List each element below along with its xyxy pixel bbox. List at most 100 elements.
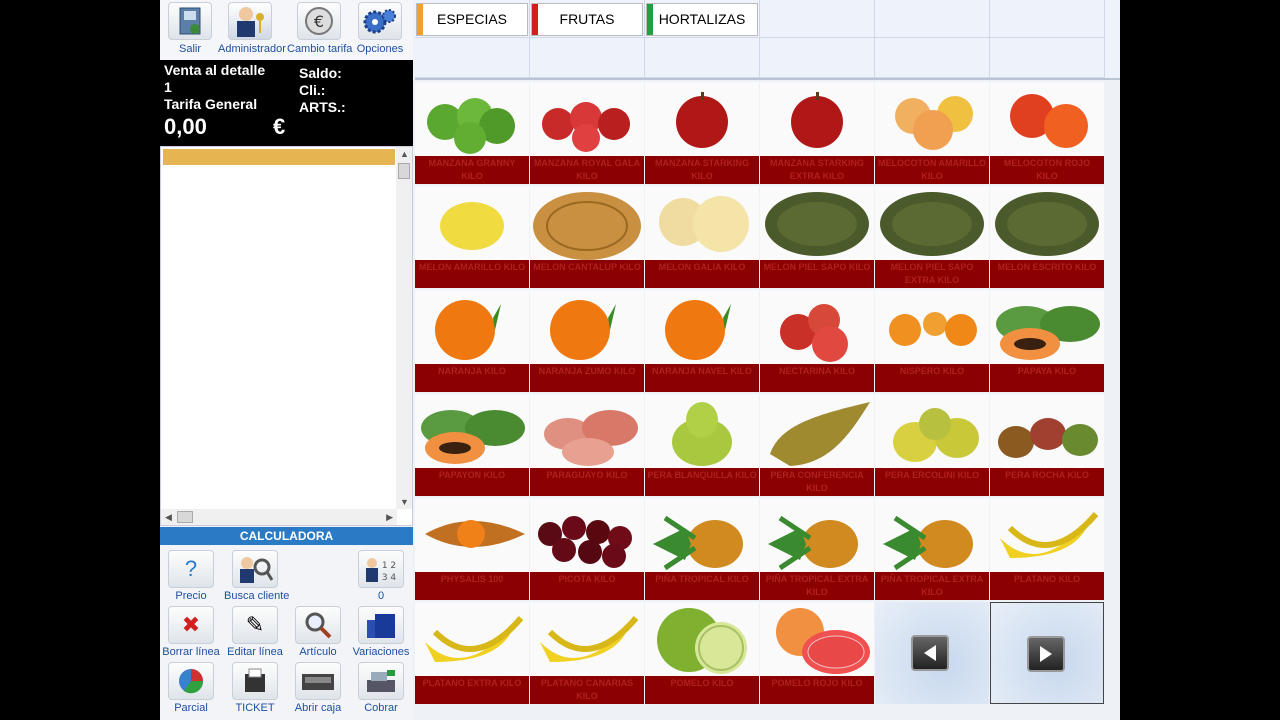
category-especias[interactable]: ESPECIAS [416, 3, 528, 36]
client-label: Cli.: [299, 82, 326, 98]
product-tile[interactable]: NARANJA ZUMO KILO [530, 290, 644, 392]
vertical-scrollbar[interactable]: ▲ ▼ [396, 147, 412, 509]
product-label: MELON CANTALUP KILO [530, 260, 644, 288]
product-tile[interactable]: MANZANA ROYAL GALA KILO [530, 82, 644, 184]
product-tile[interactable]: NARANJA KILO [415, 290, 529, 392]
product-tile[interactable]: MELON PIEL SAPO EXTRA KILO [875, 186, 989, 288]
product-label: PHYSALIS 100 [415, 572, 529, 600]
currency-symbol: € [273, 114, 286, 139]
cobrar-button[interactable]: Cobrar [350, 662, 412, 718]
product-label: MELON AMARILLO KILO [415, 260, 529, 288]
busca-cliente-button[interactable]: Busca cliente [224, 550, 289, 606]
previous-page-button[interactable] [875, 602, 989, 704]
product-tile[interactable]: POMELO KILO [645, 602, 759, 704]
product-tile[interactable]: MELON GALIA KILO [645, 186, 759, 288]
product-label: POMELO ROJO KILO [760, 676, 874, 704]
product-tile[interactable]: PLATANO CANARIAS KILO [530, 602, 644, 704]
product-tile[interactable]: MELON AMARILLO KILO [415, 186, 529, 288]
exit-icon [168, 2, 212, 40]
editar-linea-button[interactable]: ✎ Editar línea [224, 606, 286, 662]
pie-chart-icon [168, 662, 214, 700]
svg-text:3 4: 3 4 [382, 573, 397, 583]
ticket-number: 1 [164, 79, 172, 95]
product-tile[interactable]: PLATANO KILO [990, 498, 1104, 600]
product-label: MELOCOTON AMARILLO KILO [875, 156, 989, 184]
vertical-scroll-thumb[interactable] [398, 163, 410, 179]
svg-text:1 2: 1 2 [382, 561, 396, 571]
product-tile[interactable]: MANZANA GRANNY KILO [415, 82, 529, 184]
product-label: NISPERO KILO [875, 364, 989, 392]
green-melon-icon [760, 186, 874, 260]
product-label: NARANJA ZUMO KILO [530, 364, 644, 392]
scroll-down-arrow-icon[interactable]: ▼ [400, 497, 409, 507]
yellow-melon-icon [415, 186, 529, 260]
scroll-right-arrow-icon[interactable]: ▶ [386, 512, 393, 523]
ticket-lines-list[interactable]: ▲ ▼ ◀ ▶ [160, 146, 413, 526]
nectarine-icon [760, 290, 874, 364]
product-label: PLATANO KILO [990, 572, 1104, 600]
product-tile[interactable]: PHYSALIS 100 [415, 498, 529, 600]
client-numbers-icon: 1 23 4 [358, 550, 404, 588]
peach-icon [875, 82, 989, 156]
product-label: PAPAYON KILO [415, 468, 529, 496]
cash-register-icon [358, 662, 404, 700]
category-color-bar [417, 4, 423, 35]
product-tile[interactable]: PLATANO EXTRA KILO [415, 602, 529, 704]
red-apples-icon [530, 82, 644, 156]
precio-button[interactable]: ? Precio [160, 550, 222, 606]
salir-button[interactable]: Salir [160, 2, 220, 58]
administrador-button[interactable]: Administrador [218, 2, 286, 58]
ticket-button[interactable]: TICKET [224, 662, 286, 718]
product-tile[interactable]: MELON PIEL SAPO KILO [760, 186, 874, 288]
client-counter-button[interactable]: 1 23 4 0 [350, 550, 412, 606]
product-label: PLATANO CANARIAS KILO [530, 676, 644, 704]
next-page-button[interactable] [990, 602, 1104, 704]
product-tile[interactable]: PARAGUAYO KILO [530, 394, 644, 496]
scroll-left-arrow-icon[interactable]: ◀ [165, 512, 172, 523]
product-tile[interactable]: MELOCOTON ROJO KILO [990, 82, 1104, 184]
top-toolbar: Salir Administrador € Cambio tarifa Opci… [160, 0, 413, 60]
category-hortalizas[interactable]: HORTALIZAS [646, 3, 758, 36]
articulo-button[interactable]: Artículo [287, 606, 349, 662]
cambio-tarifa-button[interactable]: € Cambio tarifa [287, 2, 352, 58]
product-tile[interactable]: MANZANA STARKING EXTRA KILO [760, 82, 874, 184]
calculadora-button[interactable]: CALCULADORA [160, 527, 413, 545]
product-tile[interactable]: MELON ESCRITO KILO [990, 186, 1104, 288]
variaciones-button[interactable]: Variaciones [350, 606, 412, 662]
product-tile[interactable]: NISPERO KILO [875, 290, 989, 392]
category-frutas[interactable]: FRUTAS [531, 3, 643, 36]
product-tile[interactable]: PICOTA KILO [530, 498, 644, 600]
product-tile[interactable]: PERA ROCHA KILO [990, 394, 1104, 496]
horizontal-scroll-thumb[interactable] [177, 511, 193, 523]
product-tile[interactable]: PERA ERCOLINI KILO [875, 394, 989, 496]
printer-icon [232, 662, 278, 700]
product-tile[interactable]: MANZANA STARKING KILO [645, 82, 759, 184]
product-tile[interactable]: PIÑA TROPICAL KILO [645, 498, 759, 600]
borrar-linea-button[interactable]: ✖ Borrar línea [160, 606, 222, 662]
product-tile[interactable]: MELON CANTALUP KILO [530, 186, 644, 288]
orange-icon [645, 290, 759, 364]
grapefruit-icon [645, 602, 759, 676]
product-tile[interactable]: MELOCOTON AMARILLO KILO [875, 82, 989, 184]
scroll-up-arrow-icon[interactable]: ▲ [400, 149, 409, 159]
product-label: MANZANA GRANNY KILO [415, 156, 529, 184]
product-tile[interactable]: NECTARINA KILO [760, 290, 874, 392]
product-tile[interactable]: NARANJA NAVEL KILO [645, 290, 759, 392]
cash-drawer-icon [295, 662, 341, 700]
product-tile[interactable]: PAPAYON KILO [415, 394, 529, 496]
product-label: PERA ROCHA KILO [990, 468, 1104, 496]
parcial-button[interactable]: Parcial [160, 662, 222, 718]
arrow-left-icon [924, 645, 936, 661]
product-tile[interactable]: PAPAYA KILO [990, 290, 1104, 392]
horizontal-scrollbar[interactable]: ◀ ▶ [161, 509, 397, 525]
product-tile[interactable]: PIÑA TROPICAL EXTRA KILO [760, 498, 874, 600]
red-apple-icon [645, 82, 759, 156]
product-tile[interactable]: PERA CONFERENCIA KILO [760, 394, 874, 496]
opciones-button[interactable]: Opciones [350, 2, 410, 58]
product-tile[interactable]: PIÑA TROPICAL EXTRA KILO [875, 498, 989, 600]
abrir-caja-button[interactable]: Abrir caja [287, 662, 349, 718]
product-tile[interactable]: PERA BLANQUILLA KILO [645, 394, 759, 496]
product-tile[interactable]: POMELO ROJO KILO [760, 602, 874, 704]
papaya-icon [990, 290, 1104, 364]
product-label: MELON ESCRITO KILO [990, 260, 1104, 288]
